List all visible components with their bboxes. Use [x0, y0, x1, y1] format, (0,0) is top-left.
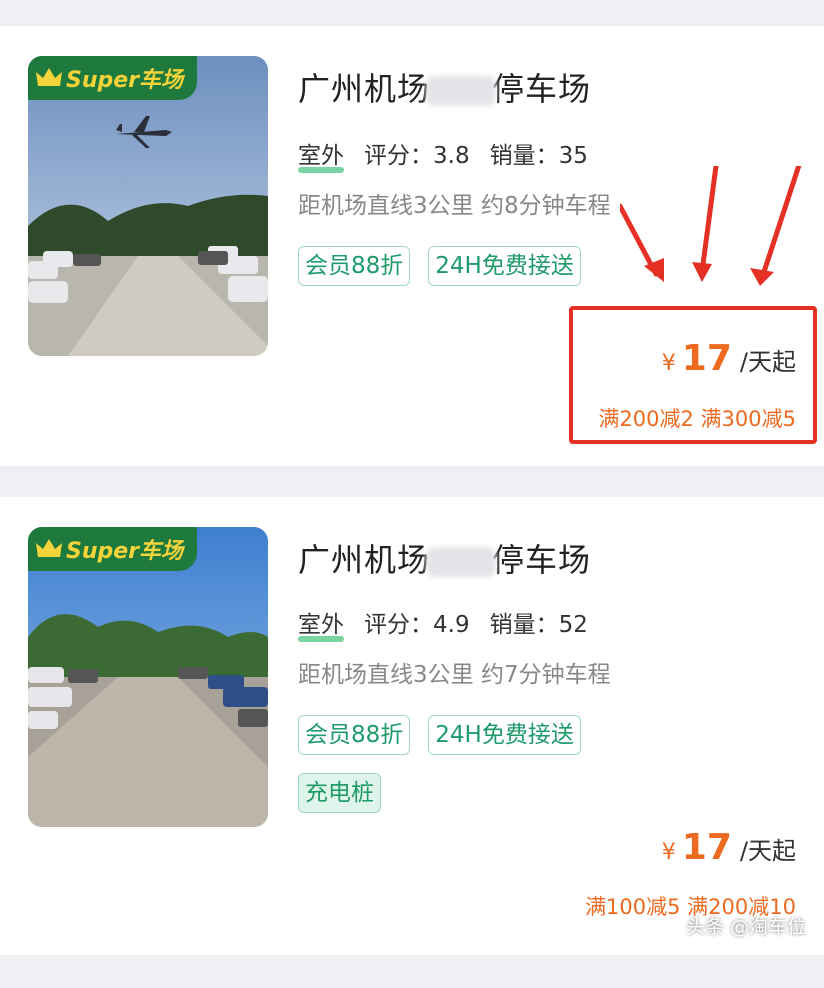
price-value: 17: [681, 827, 732, 868]
distance-text: 距机场直线3公里 约8分钟车程: [298, 193, 611, 219]
tag-list: 会员88折 24H免费接送: [298, 246, 618, 286]
tag-charging-pile: 充电桩: [298, 773, 381, 813]
highlight-box: [569, 306, 817, 444]
super-badge: Super车场: [28, 527, 198, 571]
type-label: 室外: [298, 143, 344, 169]
title-prefix: 广州机场: [298, 541, 431, 579]
watermark: 头条 @淘车位: [685, 916, 806, 938]
badge-label: Super车场: [66, 539, 184, 564]
crown-icon: [36, 68, 62, 86]
meta-row: 室外 评分：3.8 销量：35: [298, 136, 588, 170]
rating-value: 3.8: [433, 143, 470, 169]
rating-label: 评分：: [364, 143, 433, 169]
parking-title: 广州机场 停车场: [298, 64, 591, 110]
parking-photo: Super车场: [28, 56, 268, 356]
sales-label: 销量：: [489, 612, 559, 638]
rating-label: 评分：: [364, 612, 433, 638]
crown-icon: [36, 539, 62, 557]
title-suffix: 停车场: [492, 70, 592, 108]
currency-symbol: ¥: [661, 840, 676, 865]
meta-row: 室外 评分：4.9 销量：52: [298, 605, 588, 639]
tag-member-discount: 会员88折: [298, 246, 411, 286]
tag-member-discount: 会员88折: [298, 715, 411, 755]
type-label: 室外: [298, 612, 344, 638]
price: ¥ 17 /天起: [662, 827, 796, 868]
parking-photo: Super车场: [28, 527, 268, 827]
sales-label: 销量：: [489, 143, 559, 169]
tag-shuttle: 24H免费接送: [428, 715, 581, 755]
title-prefix: 广州机场: [298, 70, 431, 108]
badge-label: Super车场: [66, 68, 184, 93]
distance-text: 距机场直线3公里 约7分钟车程: [298, 662, 611, 688]
tag-list: 会员88折 24H免费接送 充电桩: [298, 715, 618, 813]
price-unit: /天起: [739, 837, 796, 865]
parking-card-2[interactable]: Super车场 广州机场 停车场 室外 评分：4.9 销量：52 距机场直线3公里 约…: [0, 497, 824, 955]
parking-card-1[interactable]: Super车场 广州机场 停车场 室外 评分：3.8 销量：35 距机场直线3公里 约…: [0, 26, 824, 466]
sales-value: 35: [558, 143, 588, 169]
sales-value: 52: [558, 612, 588, 638]
arrows-annotation: [620, 166, 802, 286]
parking-title: 广州机场 停车场: [298, 535, 591, 581]
super-badge: Super车场: [28, 56, 198, 100]
redacted-text: [426, 76, 497, 106]
rating-value: 4.9: [433, 612, 470, 638]
title-suffix: 停车场: [492, 541, 592, 579]
redacted-text: [426, 547, 497, 577]
tag-shuttle: 24H免费接送: [428, 246, 581, 286]
